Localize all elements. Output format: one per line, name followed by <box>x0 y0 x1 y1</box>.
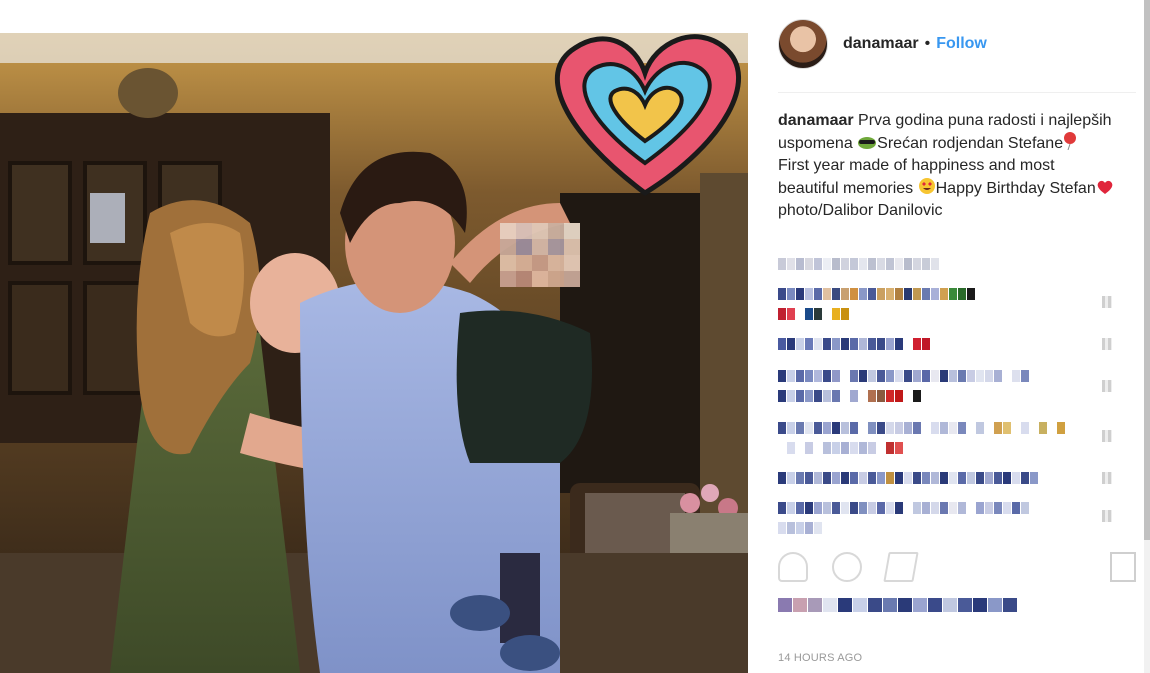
comment-like-icon[interactable] <box>1102 510 1112 522</box>
separator-dot: • <box>924 35 931 52</box>
scrollbar[interactable] <box>1144 0 1150 673</box>
post-photo[interactable] <box>0 33 748 673</box>
comment-like-icon[interactable] <box>1102 472 1112 484</box>
comment-like-icon[interactable] <box>1102 380 1112 392</box>
comment-like-icon[interactable] <box>1102 430 1112 442</box>
username-link[interactable]: danamaar <box>843 35 919 53</box>
comment-row <box>778 472 1038 484</box>
post-actions <box>778 552 919 582</box>
comment-like-icon[interactable] <box>1102 338 1112 350</box>
family-photo <box>0 33 748 673</box>
bookmark-icon[interactable] <box>1110 552 1136 582</box>
post-timestamp: 14 HOURS AGO <box>778 652 863 664</box>
post-caption: danamaar Prva godina puna radosti i najl… <box>778 110 1118 222</box>
sunglasses-emoji-icon <box>858 137 877 149</box>
comment-row <box>778 502 1029 514</box>
comment-row <box>778 522 822 534</box>
comment-bubble-icon[interactable] <box>832 552 862 582</box>
likes-summary[interactable] <box>778 598 1018 612</box>
comment-row <box>778 338 930 350</box>
heart-outline-icon[interactable] <box>778 552 808 582</box>
scrollbar-thumb[interactable] <box>1144 0 1150 540</box>
red-heart-emoji-icon <box>1097 180 1113 194</box>
caption-username[interactable]: danamaar <box>778 112 854 129</box>
post-header: danamaar • Follow <box>778 18 987 70</box>
comment-row-emoji <box>778 308 849 320</box>
comment-like-icon[interactable] <box>1102 296 1112 308</box>
view-all-comments-link[interactable] <box>778 258 939 270</box>
header-divider <box>778 92 1136 93</box>
heart-eyes-emoji-icon <box>918 178 935 194</box>
caption-text-2: Srećan rodjendan Stefane <box>877 135 1064 152</box>
comment-row <box>778 288 975 300</box>
comment-row <box>778 422 1065 434</box>
balloon-emoji-icon <box>1064 132 1077 150</box>
comment-row-emoji <box>778 390 921 402</box>
follow-button[interactable]: Follow <box>936 35 987 53</box>
caption-text-5: photo/Dalibor Danilovic <box>778 202 943 219</box>
profile-avatar[interactable] <box>778 19 828 69</box>
comment-row <box>778 370 1029 382</box>
caption-text-4: Happy Birthday Stefan <box>935 180 1096 197</box>
post-details-panel: danamaar • Follow danamaar Prva godina p… <box>748 0 1150 673</box>
share-icon[interactable] <box>883 552 919 582</box>
comment-row-emoji <box>778 442 903 454</box>
